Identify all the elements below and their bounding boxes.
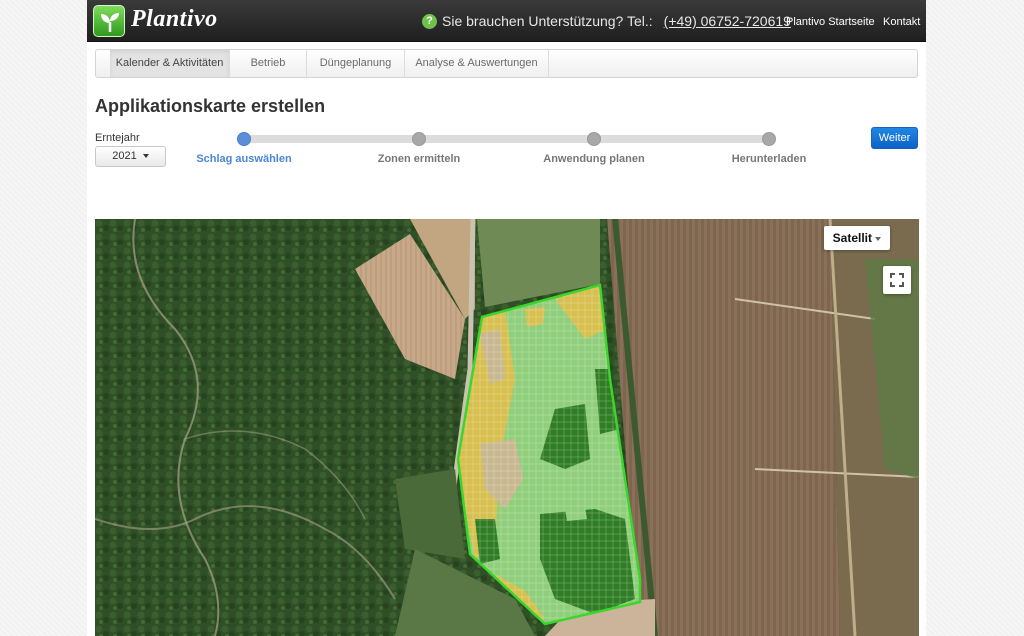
fullscreen-icon bbox=[890, 273, 904, 287]
tab-duengeplanung[interactable]: Düngeplanung bbox=[307, 50, 405, 77]
top-navbar: Plantivo ? Sie brauchen Unterstützung? T… bbox=[87, 0, 926, 42]
tab-betrieb[interactable]: Betrieb bbox=[230, 50, 307, 77]
step-label-2[interactable]: Zonen ermitteln bbox=[378, 153, 461, 165]
support-phone-link[interactable]: (+49) 06752-720619 bbox=[664, 13, 791, 29]
step-label-1[interactable]: Schlag auswählen bbox=[196, 153, 291, 165]
map-type-label: Satellit bbox=[832, 231, 872, 245]
next-button[interactable]: Weiter bbox=[871, 127, 918, 149]
harvest-year-dropdown[interactable]: 2021 bbox=[95, 146, 166, 167]
help-icon: ? bbox=[422, 13, 437, 29]
step-dot-3[interactable] bbox=[587, 132, 601, 146]
harvest-year-label: Erntejahr bbox=[95, 132, 140, 144]
zone-map-overlay bbox=[456, 283, 642, 626]
step-dot-4[interactable] bbox=[762, 132, 776, 146]
support-text: Sie brauchen Unterstützung? Tel.: bbox=[442, 13, 653, 29]
page-container: Plantivo ? Sie brauchen Unterstützung? T… bbox=[87, 0, 926, 636]
plantivo-logo-icon[interactable] bbox=[93, 5, 125, 37]
caret-down-icon bbox=[875, 236, 881, 241]
support-info: ? Sie brauchen Unterstützung? Tel.: (+49… bbox=[422, 13, 791, 29]
harvest-year-value: 2021 bbox=[112, 150, 137, 162]
tab-analyse[interactable]: Analyse & Auswertungen bbox=[405, 50, 549, 77]
logo-text[interactable]: Plantivo bbox=[131, 6, 218, 33]
map-view[interactable]: Satellit bbox=[95, 219, 919, 636]
progress-track bbox=[243, 135, 770, 143]
caret-down-icon bbox=[142, 154, 149, 159]
map-type-selector[interactable]: Satellit bbox=[823, 226, 890, 250]
step-label-3[interactable]: Anwendung planen bbox=[543, 153, 644, 165]
page-title: Applikationskarte erstellen bbox=[95, 96, 326, 116]
step-dot-1[interactable] bbox=[237, 132, 251, 146]
tab-calendar[interactable]: Kalender & Aktivitäten bbox=[110, 50, 230, 77]
main-tabs: Kalender & Aktivitäten Betrieb Düngeplan… bbox=[95, 49, 918, 78]
step-label-4[interactable]: Herunterladen bbox=[732, 153, 807, 165]
step-dot-2[interactable] bbox=[412, 132, 426, 146]
nav-link-home[interactable]: Plantivo Startseite bbox=[786, 16, 875, 28]
nav-link-contact[interactable]: Kontakt bbox=[883, 16, 920, 28]
fullscreen-button[interactable] bbox=[883, 266, 911, 294]
